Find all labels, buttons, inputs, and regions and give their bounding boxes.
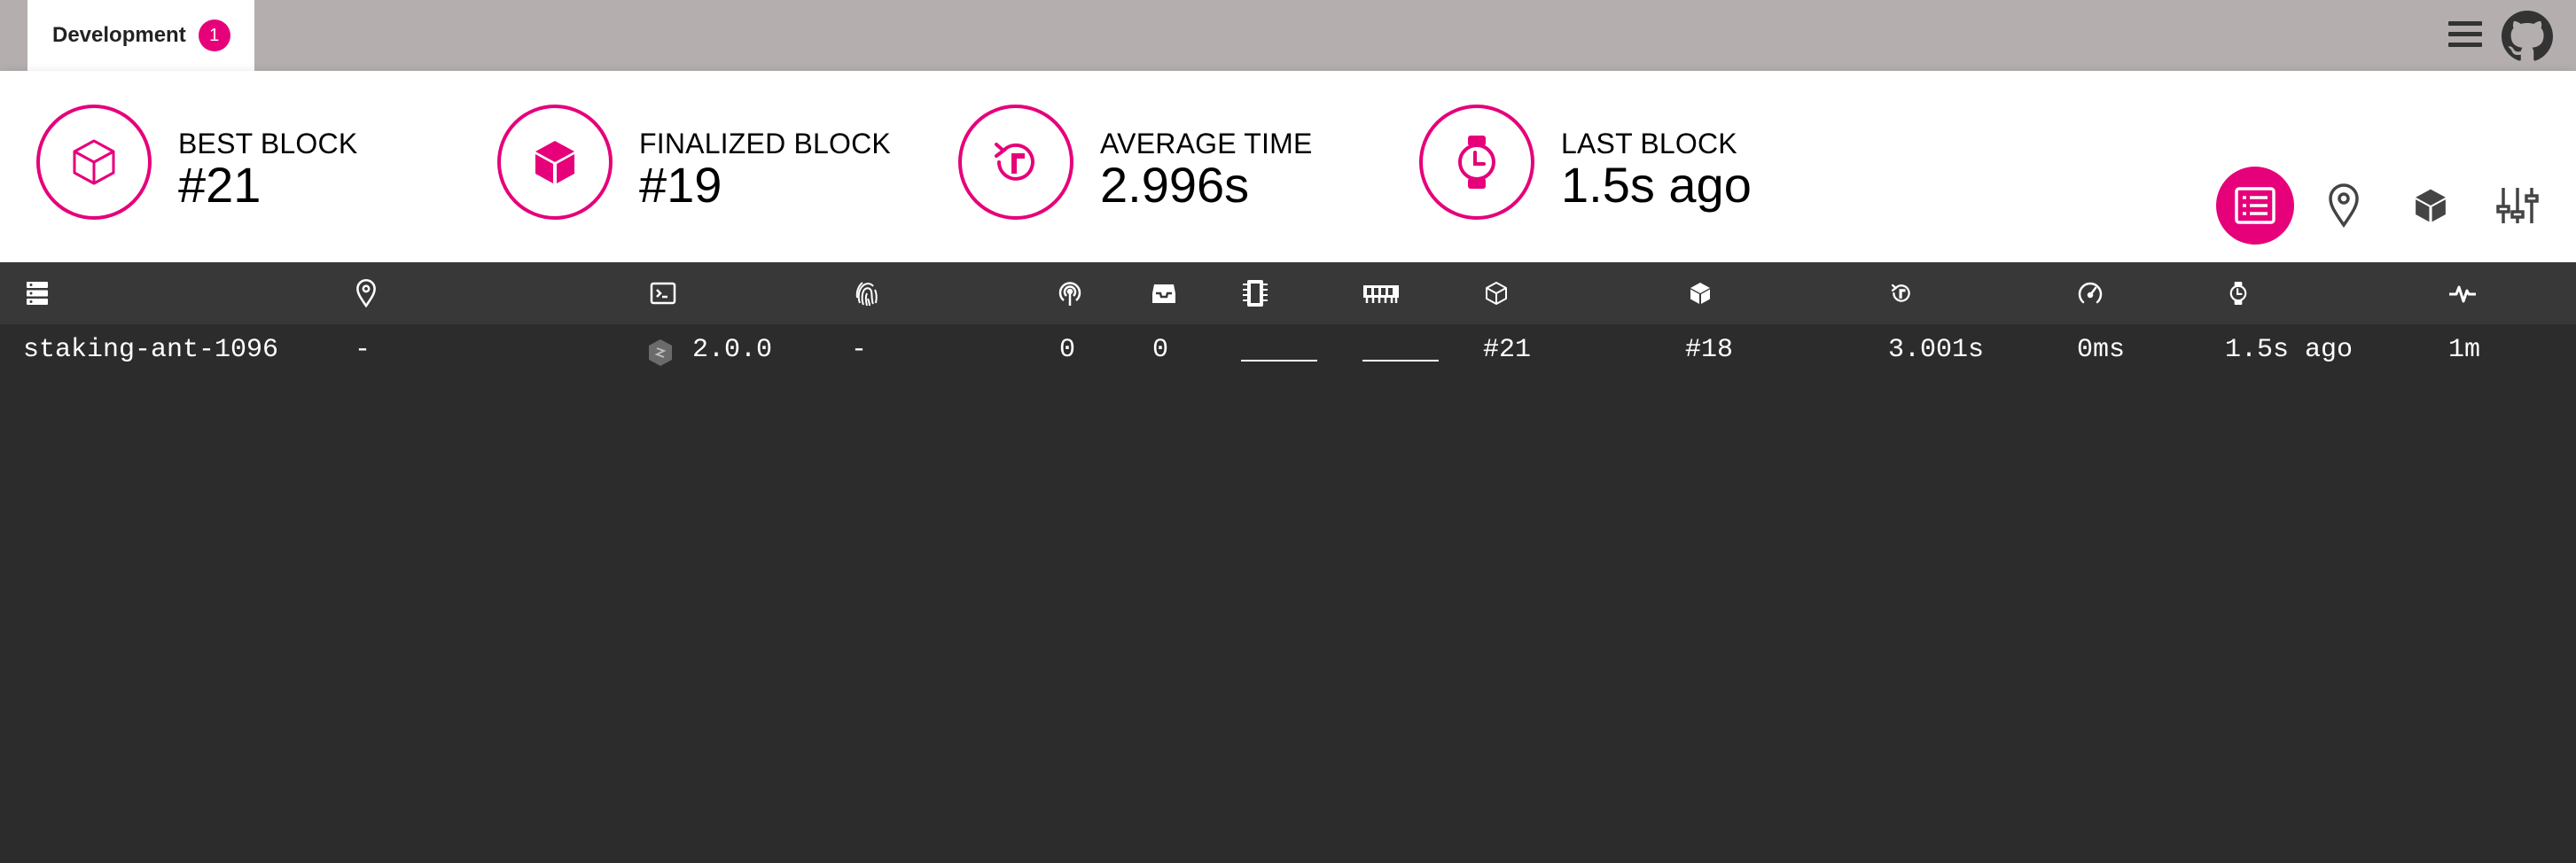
list-view-button[interactable] [2216, 167, 2294, 245]
node-peers: 0 [1059, 335, 1076, 365]
last-block-value: 1.5s ago [1561, 157, 1752, 213]
implementation-icon[interactable] [650, 278, 676, 308]
cpu-icon[interactable] [1243, 278, 1268, 308]
node-name: staking-ant-1096 [23, 335, 279, 365]
finalized-block-value: #19 [639, 157, 722, 213]
transactions-icon[interactable] [1151, 278, 1177, 308]
block-time-icon[interactable] [1888, 278, 1915, 308]
cube-solid-icon [497, 105, 613, 220]
peers-icon[interactable] [1057, 278, 1083, 308]
table-row[interactable]: staking-ant-1096 - 2.0.0 - 0 0 #21 #18 3… [0, 324, 2576, 377]
substrate-logo-icon [647, 338, 674, 376]
best-block-value: #21 [178, 157, 262, 213]
node-uptime: 1m [2448, 335, 2481, 365]
network-id-icon[interactable] [854, 278, 880, 308]
node-name-icon[interactable] [25, 278, 50, 308]
github-icon[interactable] [2502, 11, 2553, 66]
map-view-button[interactable] [2305, 167, 2383, 245]
best-block-icon[interactable] [1483, 278, 1510, 308]
node-finalized-block: #18 [1685, 335, 1734, 365]
finalized-block-icon[interactable] [1687, 278, 1713, 308]
watch-icon [1419, 105, 1534, 220]
node-network-id: - [851, 335, 868, 365]
table-header [0, 262, 2576, 324]
cpu-sparkline [1241, 360, 1317, 362]
memory-icon[interactable] [1362, 278, 1400, 308]
memory-sparkline [1362, 360, 1439, 362]
node-propagation: 0ms [2077, 335, 2126, 365]
hamburger-menu-icon[interactable] [2447, 16, 2484, 58]
uptime-icon[interactable] [2448, 278, 2477, 308]
propagation-icon[interactable] [2077, 278, 2104, 308]
top-bar: Development 1 [0, 0, 2576, 71]
tab-badge: 1 [198, 19, 230, 51]
node-best-block: #21 [1483, 335, 1532, 365]
node-version: 2.0.0 [692, 335, 773, 365]
stats-bar: BEST BLOCK #21 FINALIZED BLOCK #19 AVERA… [0, 71, 2576, 262]
tab-label: Development [52, 23, 186, 47]
location-icon[interactable] [355, 278, 378, 308]
node-block-time: 3.001s [1888, 335, 1985, 365]
block-view-button[interactable] [2392, 167, 2470, 245]
cube-outline-icon [36, 105, 152, 220]
average-time-value: 2.996s [1100, 157, 1250, 213]
history-icon [958, 105, 1073, 220]
node-location: - [355, 335, 371, 365]
node-txs: 0 [1152, 335, 1169, 365]
last-block-icon[interactable] [2227, 278, 2250, 308]
node-last-block: 1.5s ago [2225, 335, 2354, 365]
tab-development[interactable]: Development 1 [27, 0, 254, 71]
settings-view-button[interactable] [2478, 167, 2556, 245]
